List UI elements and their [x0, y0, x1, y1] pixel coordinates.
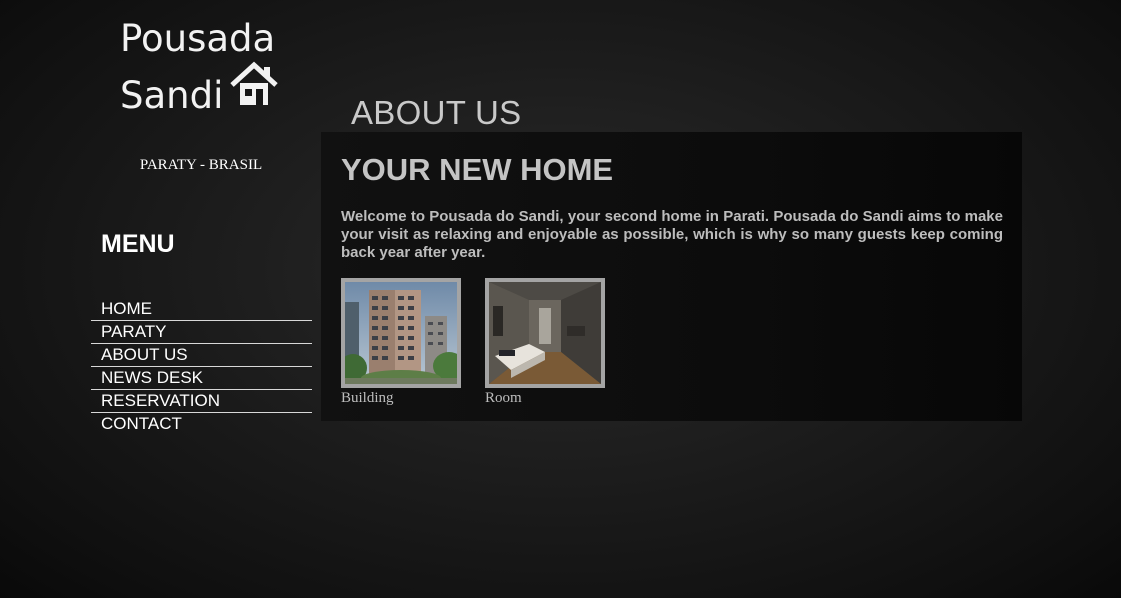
logo-text-line1: Pousada: [120, 17, 276, 60]
menu-item-news-desk[interactable]: NEWS DESK: [91, 367, 312, 390]
photo-caption: Building: [341, 390, 394, 406]
room-image: [489, 282, 601, 384]
menu-title: MENU: [101, 230, 175, 258]
location-label: PARATY - BRASIL: [139, 157, 263, 173]
building-photo-link[interactable]: [341, 278, 461, 388]
room-photo-link[interactable]: [485, 278, 605, 388]
site-logo[interactable]: Pousada Sandi: [120, 16, 290, 116]
menu-item-reservation[interactable]: RESERVATION: [91, 390, 312, 413]
photo-room: Room: [485, 278, 605, 407]
photo-caption: Room: [485, 390, 522, 406]
section-title: YOUR NEW HOME: [341, 152, 614, 187]
menu-item-home[interactable]: HOME: [91, 298, 312, 321]
menu-item-contact[interactable]: CONTACT: [91, 413, 312, 435]
menu-item-about-us[interactable]: ABOUT US: [91, 344, 312, 367]
house-icon: [228, 59, 280, 116]
building-image: [345, 282, 457, 384]
photo-building: Building: [341, 278, 461, 407]
logo-text-line2: Sandi: [120, 74, 224, 117]
menu-item-paraty[interactable]: PARATY: [91, 321, 312, 344]
main-menu: HOME PARATY ABOUT US NEWS DESK RESERVATI…: [91, 298, 312, 435]
page-title: ABOUT US: [351, 94, 522, 131]
content-panel: YOUR NEW HOME Welcome to Pousada do Sand…: [321, 132, 1022, 421]
intro-paragraph: Welcome to Pousada do Sandi, your second…: [341, 208, 1003, 261]
